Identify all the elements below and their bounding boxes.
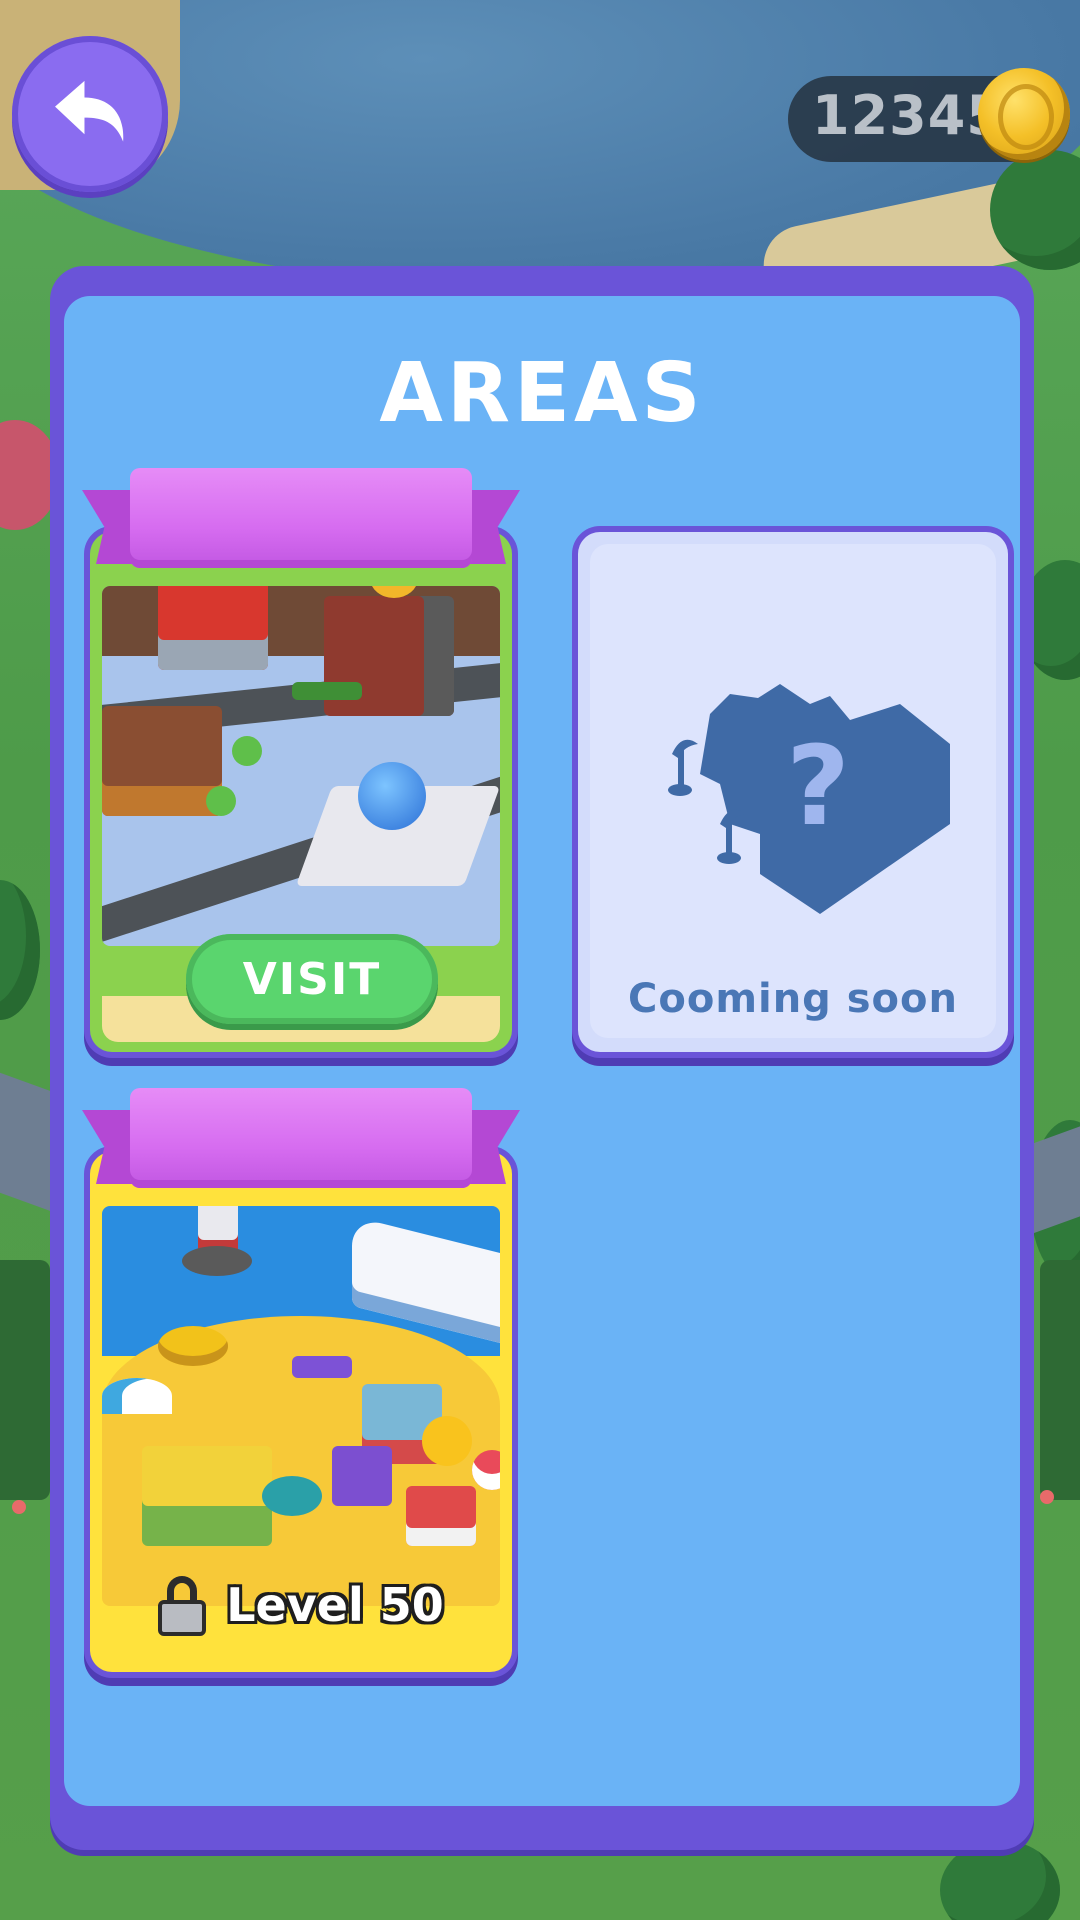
card-ribbon [82, 1088, 520, 1206]
area-card-beach[interactable]: Level 50 [82, 1088, 520, 1672]
beach-area-image [102, 1206, 500, 1606]
areas-panel: AREAS VISIT ? Cooming soon Level 50 [50, 266, 1034, 1850]
svg-text:?: ? [786, 722, 850, 850]
unlock-requirement: Level 50 [90, 1576, 512, 1636]
gold-coin-icon [978, 68, 1070, 160]
required-level-label: Level 50 [226, 1578, 444, 1632]
panel-title: AREAS [379, 346, 705, 441]
lock-icon [158, 1576, 207, 1636]
mystery-area-silhouette-icon: ? [668, 684, 950, 914]
area-card-coming-soon: ? Cooming soon [578, 532, 1008, 1052]
visit-button[interactable]: VISIT [186, 934, 438, 1024]
coin-counter: 12345 [788, 68, 1070, 162]
card-ribbon [82, 468, 520, 586]
back-arrow-icon [55, 80, 124, 142]
coming-soon-label: Cooming soon [628, 976, 958, 1022]
coin-balance: 12345 [812, 84, 1005, 147]
city-area-image [102, 586, 500, 946]
area-card-city[interactable]: VISIT [82, 468, 520, 1052]
back-button[interactable] [12, 36, 168, 192]
